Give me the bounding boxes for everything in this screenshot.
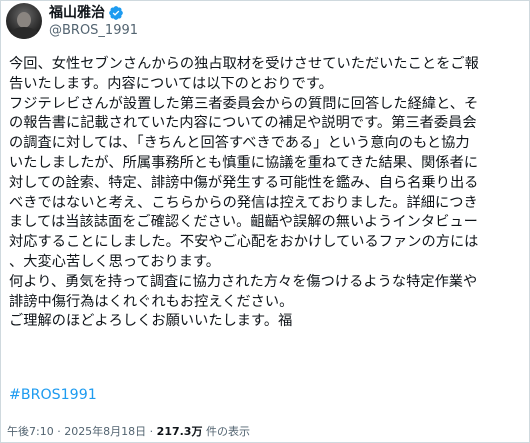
post-body: 今回、女性セブンさんからの独占取材を受けさせていただいたことをご報 告いたします… [9, 55, 523, 332]
post-header: 福山雅治 @BROS_1991 [6, 1, 138, 41]
post-body-line: 対応することにしました。不安やご心配をおかけしているファンの方には [9, 234, 479, 251]
post-body-line: ましては当該誌面をご確認ください。齟齬や誤解の無いようインタビュー [9, 214, 478, 231]
post-meta: 午後7:10 · 2025年8月18日 · 217.3万 件の表示 [7, 425, 250, 439]
post-card: 福山雅治 @BROS_1991 今回、女性セブンさんからの独占取材を受けさせてい… [0, 0, 530, 443]
post-body-line: ご理解のほどよろしくお願いいたします。福 [9, 313, 293, 330]
post-body-line: べきではないと考え、こちらからの発信は控えておりました。詳細につき [9, 194, 478, 211]
avatar[interactable] [6, 3, 42, 39]
views-label: 件の表示 [202, 425, 250, 438]
hashtag-link[interactable]: #BROS1991 [9, 386, 97, 404]
post-timestamp[interactable]: 午後7:10 · 2025年8月18日 · [7, 425, 157, 438]
post-body-line: フジテレビさんが設置した第三者委員会からの質問に回答した経緯と、そ [9, 95, 479, 112]
post-body-line: の報告書に記載されていた内容についての補足や説明です。第三者委員会 [9, 115, 477, 132]
post-body-line: 何より、勇気を持って調査に協力された方々を傷つけるような特定作業や [9, 273, 478, 290]
post-body-line: 告いたします。内容については以下のとおりです。 [9, 75, 333, 92]
views-count: 217.3万 [156, 425, 203, 438]
post-body-line: 、大変心苦しく思っております。 [9, 253, 221, 270]
post-body-line: いたしましたが、所属事務所とも慎重に協議を重ねてきた結果、関係者に [9, 154, 479, 171]
author-display-name[interactable]: 福山雅治 [49, 4, 105, 22]
verified-badge-icon [109, 5, 123, 20]
post-body-line: 今回、女性セブンさんからの独占取材を受けさせていただいたことをご報 [9, 56, 479, 72]
post-body-line: の調査に対しては、「きちんと回答すべきである」という意向のもと協力 [9, 135, 470, 152]
author-info: 福山雅治 @BROS_1991 [49, 4, 138, 39]
display-name-row: 福山雅治 [49, 4, 138, 22]
post-body-line: 対しての詮索、特定、誹謗中傷が発生する可能性を鑑み、自ら名乗り出る [9, 174, 479, 191]
post-body-line: 誹謗中傷行為はくれぐれもお控えください。 [9, 293, 294, 310]
author-handle[interactable]: @BROS_1991 [49, 22, 138, 39]
